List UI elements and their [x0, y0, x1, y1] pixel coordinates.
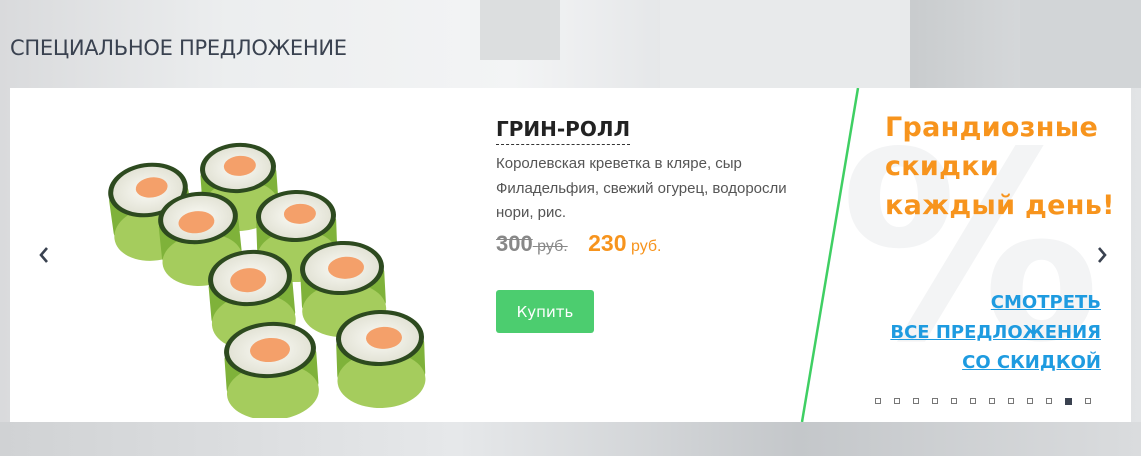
- new-price: 230 руб.: [588, 230, 662, 256]
- chevron-left-icon: [39, 247, 48, 263]
- carousel-dot[interactable]: [894, 398, 900, 404]
- sushi-roll-image: [108, 142, 426, 418]
- link-line: ВСЕ ПРЕДЛОЖЕНИЯ: [890, 322, 1101, 343]
- chevron-right-icon: [1098, 247, 1107, 263]
- carousel-dot[interactable]: [1027, 398, 1033, 404]
- carousel-dot[interactable]: [1065, 397, 1072, 405]
- link-line: СО СКИДКОЙ: [962, 352, 1101, 373]
- carousel-dot[interactable]: [913, 398, 919, 404]
- section-title: СПЕЦИАЛЬНОЕ ПРЕДЛОЖЕНИЕ: [10, 36, 347, 60]
- background-shape: [660, 0, 910, 88]
- price-row: 300 руб. 230 руб.: [496, 230, 661, 257]
- carousel-dot[interactable]: [989, 398, 995, 404]
- product-description: Королевская креветка в кляре, сыр Филаде…: [496, 155, 787, 221]
- carousel-pagination: [875, 397, 1091, 405]
- prev-slide-button[interactable]: [31, 240, 57, 270]
- carousel-dot[interactable]: [875, 398, 881, 404]
- carousel-dot[interactable]: [1085, 398, 1091, 404]
- all-discounts-link[interactable]: СМОТРЕТЬ ВСЕ ПРЕДЛОЖЕНИЯ СО СКИДКОЙ: [890, 288, 1101, 378]
- carousel-dot[interactable]: [932, 398, 938, 404]
- old-price-currency: руб.: [537, 238, 568, 255]
- carousel-dot[interactable]: [1046, 398, 1052, 404]
- carousel-dot[interactable]: [970, 398, 976, 404]
- link-line: СМОТРЕТЬ: [990, 292, 1101, 313]
- next-slide-button[interactable]: [1089, 240, 1115, 270]
- special-offer-card: % ГРИН-РОЛЛ Королевская креветка в кляре…: [10, 88, 1131, 422]
- old-price-value: 300: [496, 231, 533, 256]
- old-price: 300 руб.: [496, 231, 568, 256]
- new-price-currency: руб.: [630, 238, 662, 255]
- carousel-dot[interactable]: [951, 398, 957, 404]
- buy-button[interactable]: Купить: [496, 290, 594, 333]
- background-shape: [1020, 0, 1141, 88]
- new-price-value: 230: [588, 230, 627, 256]
- background-shape: [480, 0, 560, 60]
- background-shape: [0, 422, 1141, 456]
- carousel-dot[interactable]: [1008, 398, 1014, 404]
- promo-headline: Грандиозные скидки каждый день!: [885, 112, 1115, 221]
- product-name[interactable]: ГРИН-РОЛЛ: [496, 116, 631, 145]
